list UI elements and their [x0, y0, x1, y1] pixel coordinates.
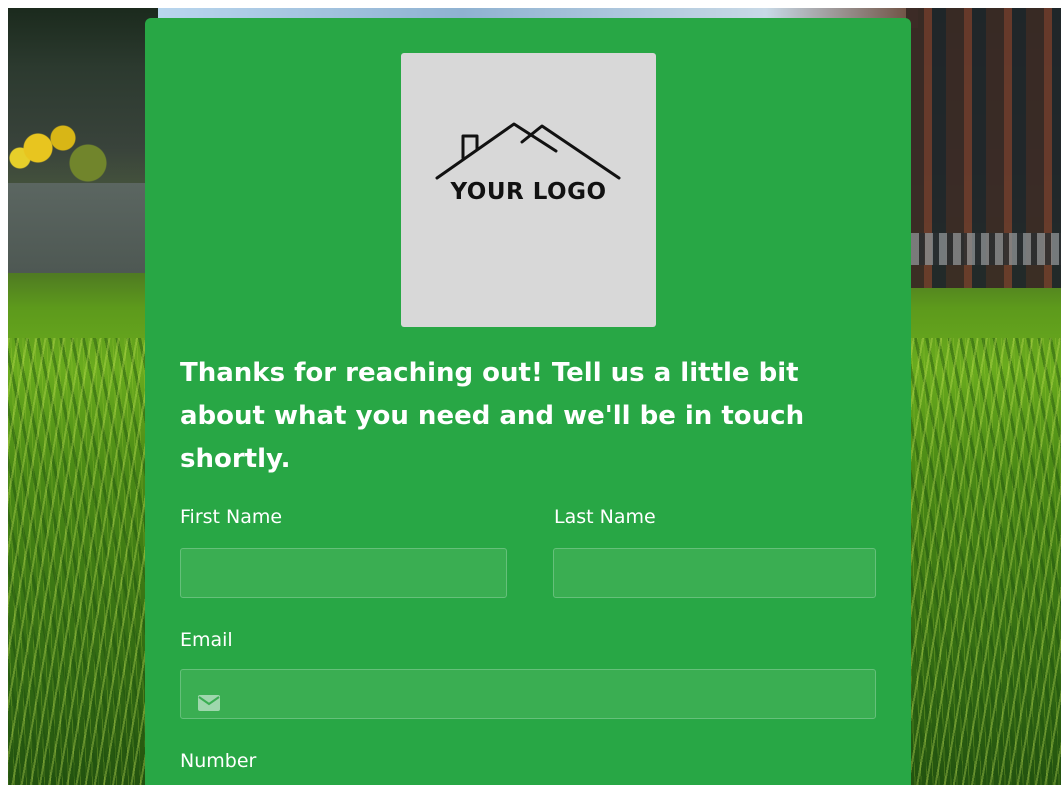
last-name-label: Last Name [554, 506, 656, 528]
logo-text: YOUR LOGO [450, 179, 607, 205]
first-name-input[interactable] [180, 548, 507, 598]
background-wall [8, 183, 148, 273]
form-heading: Thanks for reaching out! Tell us a littl… [180, 358, 805, 474]
email-input[interactable] [180, 669, 876, 719]
page: YOUR LOGO Thanks for reaching out! Tell … [8, 8, 1061, 785]
number-label: Number [180, 750, 257, 772]
background-fence [911, 233, 1061, 265]
background-flowers [8, 113, 118, 183]
form-card: YOUR LOGO Thanks for reaching out! Tell … [145, 18, 911, 785]
logo-placeholder: YOUR LOGO [401, 53, 656, 327]
last-name-input[interactable] [553, 548, 876, 598]
first-name-label: First Name [180, 506, 283, 528]
email-label: Email [180, 629, 233, 651]
envelope-icon [198, 695, 220, 711]
